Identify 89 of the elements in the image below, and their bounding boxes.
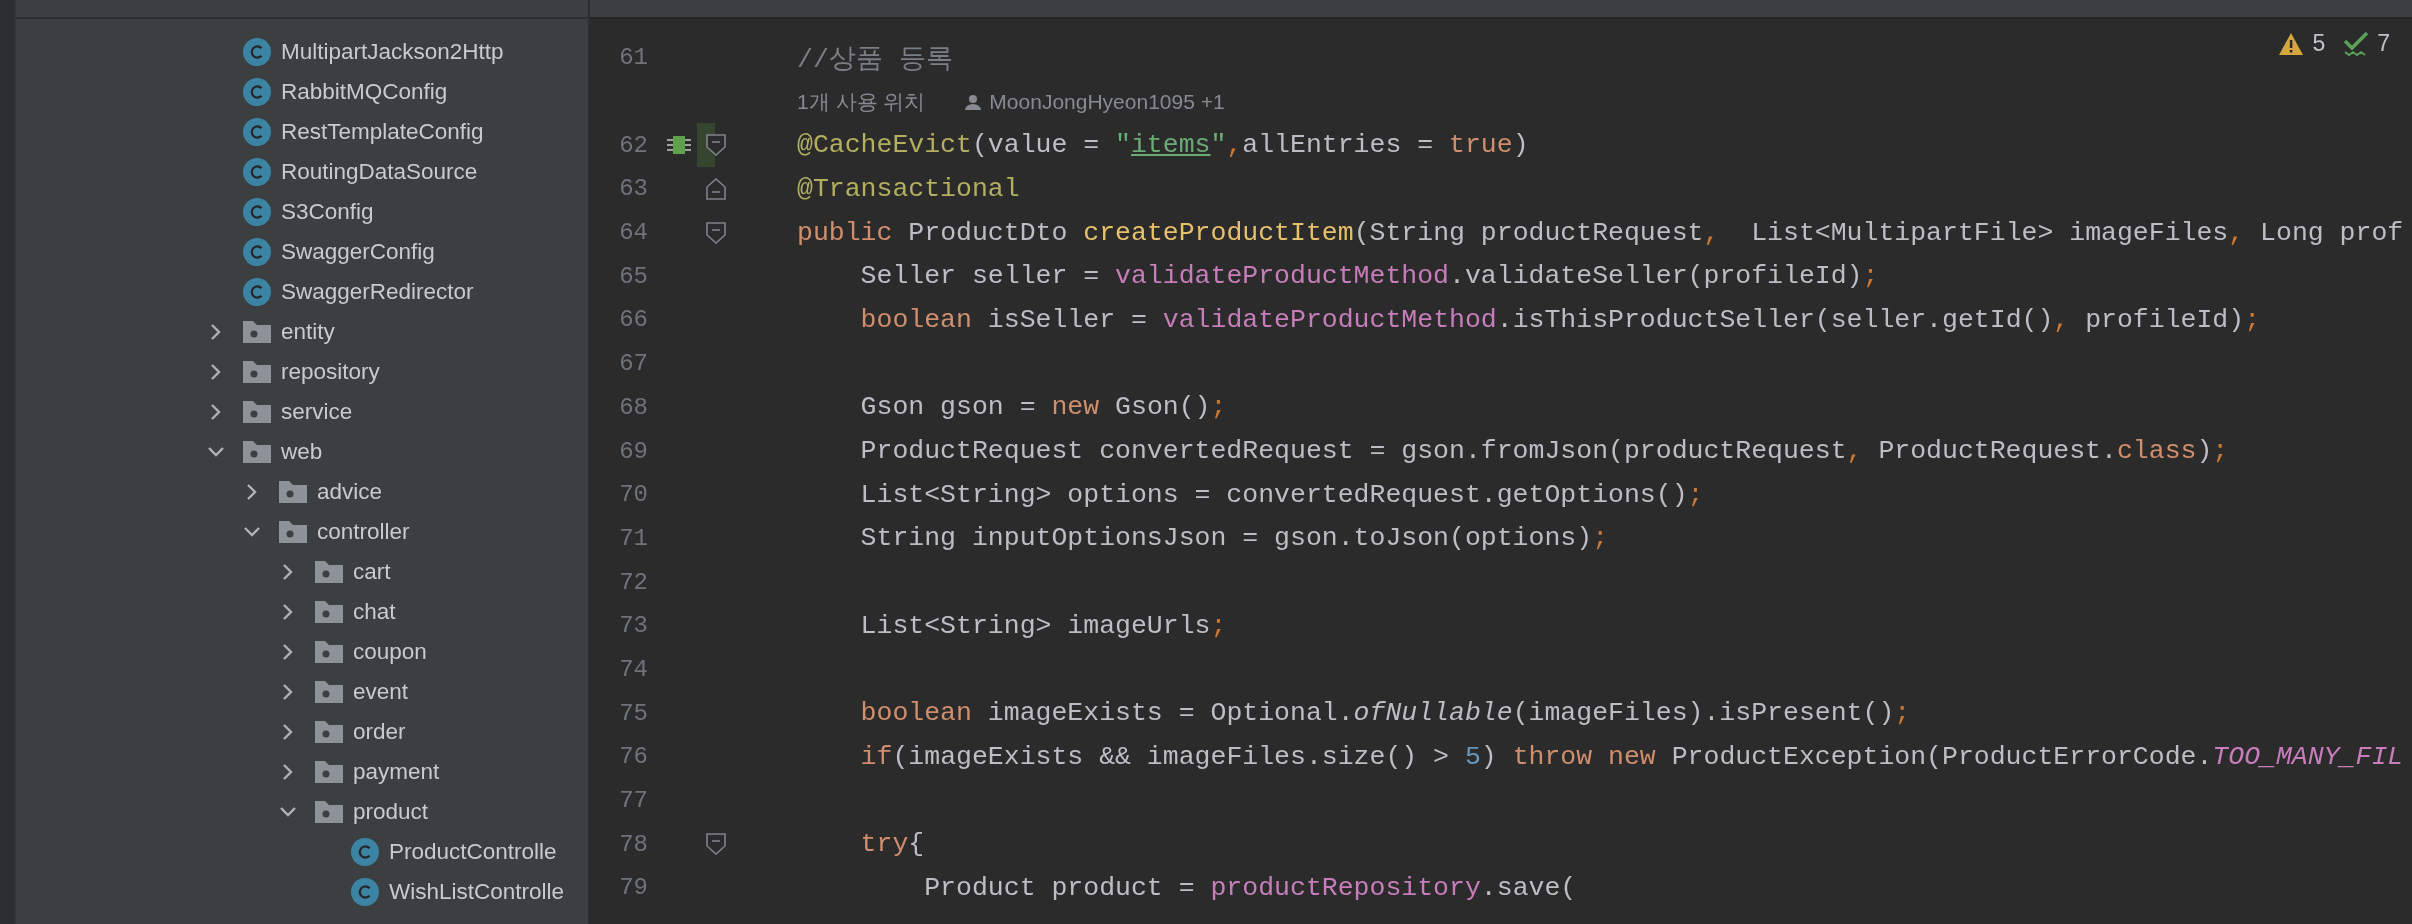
- folder-icon: [315, 559, 343, 585]
- class-icon: [351, 878, 379, 906]
- code-line: Product product = productRepository.save(: [923, 872, 1577, 903]
- folder-icon: [315, 639, 343, 665]
- code-line: Gson gson = new Gson();: [859, 392, 1227, 423]
- code-line: boolean isSeller = validateProductMethod.isThisProductSeller(seller.getId(), profileId);: [859, 304, 2261, 335]
- class-icon: [243, 198, 271, 226]
- folder-icon: [279, 479, 307, 505]
- line-number: 70: [618, 481, 648, 509]
- code-line: ProductRequest convertedRequest = gson.fromJson(productRequest, ProductRequest.class);: [859, 436, 2229, 467]
- line-number: 79: [618, 874, 648, 902]
- tree-item-label[interactable]: MultipartJackson2Http: [281, 39, 504, 65]
- code-line: boolean imageExists = Optional.ofNullable(imageFiles).isPresent();: [859, 698, 1911, 729]
- line-number: 65: [618, 262, 648, 290]
- class-icon: [243, 278, 271, 306]
- tree-item-label[interactable]: product: [353, 799, 429, 825]
- folder-icon: [243, 439, 271, 465]
- code-line: List<String> options = convertedRequest.getOptions();: [859, 479, 1704, 510]
- class-icon: [351, 838, 379, 866]
- code-line: String inputOptionsJson = gson.toJson(options);: [859, 523, 1609, 554]
- code-line: public ProductDto createProductItem(String productRequest, List<MultipartFile> imageFiles, Long prof: [797, 217, 2404, 248]
- line-number: 76: [618, 743, 648, 771]
- line-number: 67: [618, 350, 648, 378]
- tree-item-label[interactable]: payment: [353, 759, 440, 785]
- fold-icon[interactable]: [706, 134, 726, 157]
- fold-icon[interactable]: [706, 177, 726, 200]
- line-number: 64: [618, 219, 648, 247]
- code-line: @CacheEvict(value = "items",allEntries = true): [797, 130, 1529, 161]
- check-icon: [2343, 30, 2370, 57]
- line-number: 74: [618, 655, 648, 683]
- warning-icon: [2278, 31, 2305, 56]
- usages-hint[interactable]: 1개 사용 위치: [797, 87, 926, 116]
- line-number: 75: [618, 699, 648, 727]
- line-number: 63: [618, 175, 648, 203]
- line-number: 68: [618, 393, 648, 421]
- class-icon: [243, 118, 271, 146]
- line-number: 72: [618, 568, 648, 596]
- tree-item-label[interactable]: advice: [317, 479, 383, 505]
- code-line: //상품 등록: [797, 43, 953, 76]
- tree-item-label[interactable]: entity: [281, 319, 335, 345]
- fold-icon[interactable]: [706, 221, 726, 244]
- tree-item-label[interactable]: service: [281, 399, 353, 425]
- tree-item-label[interactable]: S3Config: [281, 199, 374, 225]
- folder-icon: [315, 799, 343, 825]
- code-line: try{: [859, 829, 925, 860]
- tree-item-label[interactable]: SwaggerConfig: [281, 239, 435, 265]
- tree-item-label[interactable]: chat: [353, 599, 396, 625]
- code-line: @Transactional: [797, 173, 1020, 204]
- folder-icon: [243, 359, 271, 385]
- tree-item-label[interactable]: RoutingDataSource: [281, 159, 478, 185]
- folder-icon: [315, 759, 343, 785]
- line-number: 62: [618, 131, 648, 159]
- line-number: 77: [618, 787, 648, 815]
- class-icon: [243, 38, 271, 66]
- folder-icon: [243, 319, 271, 345]
- tree-item-label[interactable]: RabbitMQConfig: [281, 79, 448, 105]
- tree-item-label[interactable]: SwaggerRedirector: [281, 279, 474, 305]
- class-icon: [243, 238, 271, 266]
- line-number: 71: [618, 524, 648, 552]
- tree-item-label[interactable]: WishListControlle: [389, 879, 565, 905]
- tree-item-label[interactable]: event: [353, 679, 409, 705]
- folder-icon: [279, 519, 307, 545]
- fold-icon[interactable]: [706, 833, 726, 856]
- folder-icon: [315, 719, 343, 745]
- tree-item-label[interactable]: coupon: [353, 639, 427, 665]
- author-hint[interactable]: MoonJongHyeon1095 +1: [989, 89, 1225, 114]
- line-number: 69: [618, 437, 648, 465]
- line-number: 61: [618, 44, 648, 72]
- line-number: 66: [618, 306, 648, 334]
- folder-icon: [315, 679, 343, 705]
- class-icon: [243, 78, 271, 106]
- code-line: List<String> imageUrls;: [859, 610, 1227, 641]
- folder-icon: [243, 399, 271, 425]
- tree-item-label[interactable]: cart: [353, 559, 391, 585]
- tree-item-label[interactable]: controller: [317, 519, 410, 545]
- tree-item-label[interactable]: order: [353, 719, 406, 745]
- tree-item-label[interactable]: web: [281, 439, 323, 465]
- tree-item-label[interactable]: repository: [281, 359, 380, 385]
- code-line: Seller seller = validateProductMethod.validateSeller(profileId);: [859, 261, 1879, 292]
- person-icon: [965, 93, 982, 110]
- line-number: 78: [618, 830, 648, 858]
- tree-item-label[interactable]: RestTemplateConfig: [281, 119, 484, 145]
- inspection-count[interactable]: 5: [2312, 30, 2326, 57]
- line-number: 73: [618, 612, 648, 640]
- tree-item-label[interactable]: ProductControlle: [389, 839, 557, 865]
- inspection-count[interactable]: 7: [2377, 30, 2390, 57]
- class-icon: [243, 158, 271, 186]
- code-line: if(imageExists && imageFiles.size() > 5) throw new ProductException(ProductErrorCode.TOO_MANY_FIL: [859, 741, 2404, 772]
- folder-icon: [315, 599, 343, 625]
